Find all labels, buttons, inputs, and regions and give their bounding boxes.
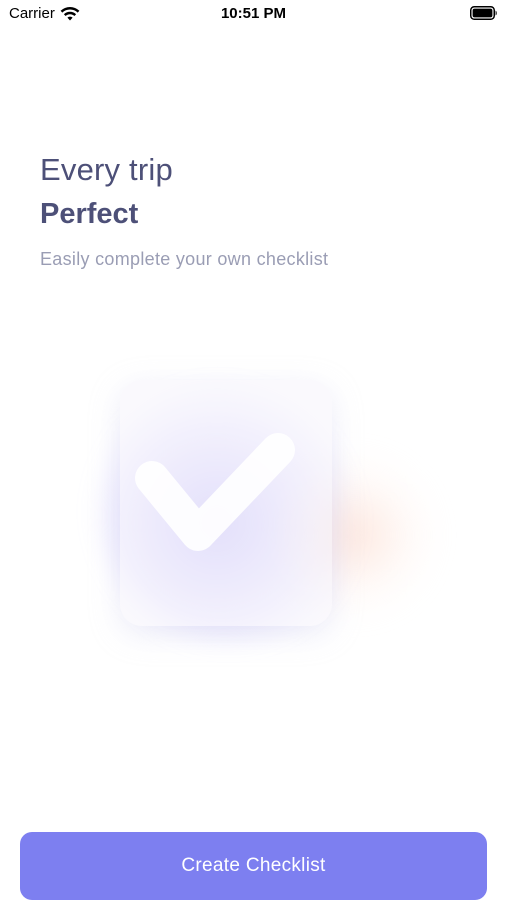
status-bar: Carrier 10:51 PM: [0, 0, 507, 28]
create-checklist-button[interactable]: Create Checklist: [20, 832, 487, 900]
checklist-illustration: [70, 350, 440, 670]
title-line-2: Perfect: [40, 198, 139, 230]
title-line-1: Every trip: [40, 152, 173, 187]
subtitle: Easily complete your own checklist: [40, 249, 329, 269]
status-time: 10:51 PM: [220, 5, 287, 22]
checkmark-icon: [135, 433, 295, 551]
battery-icon: [470, 6, 497, 20]
